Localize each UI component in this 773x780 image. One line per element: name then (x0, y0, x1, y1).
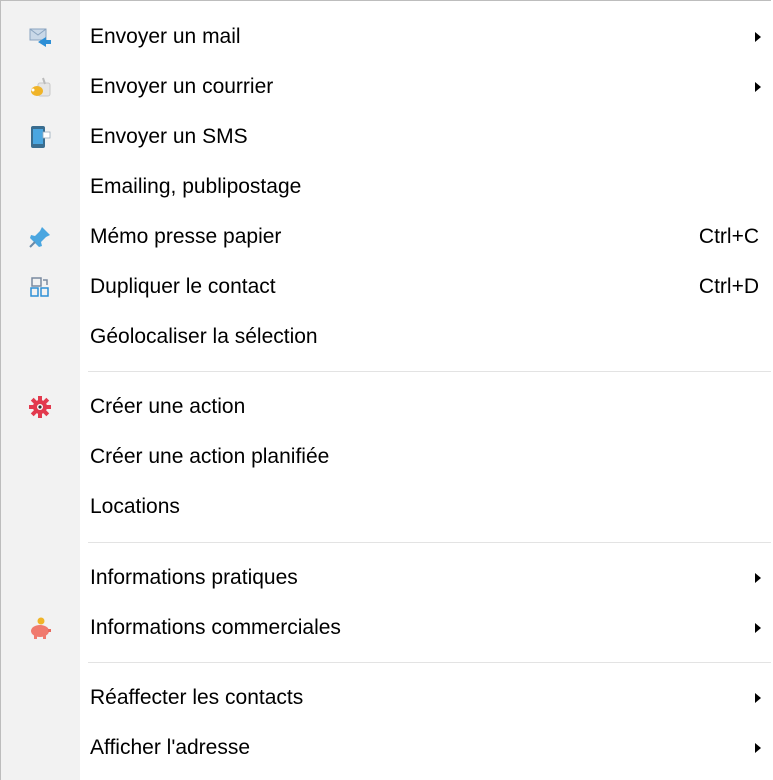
submenu-arrow-icon (755, 82, 761, 92)
menu-item-label: Afficher l'adresse (90, 736, 251, 759)
menu-item-show-address[interactable]: Afficher l'adresse (1, 723, 771, 773)
menu-item-send-sms[interactable]: Envoyer un SMS (1, 112, 771, 162)
submenu-arrow-icon (755, 623, 761, 633)
shortcut-text: Ctrl+C (698, 225, 759, 248)
menu-item-commercial-info[interactable]: Informations commerciales (1, 603, 771, 653)
menu-item-reassign-contacts[interactable]: Réaffecter les contacts (1, 673, 771, 723)
mail-send-icon (28, 25, 52, 49)
menu-item-emailing[interactable]: Emailing, publipostage (1, 162, 771, 212)
menu-item-label: Envoyer un mail (90, 25, 241, 48)
menu-separator (88, 542, 771, 543)
menu-item-label: Envoyer un courrier (90, 75, 274, 98)
menu-separator (88, 662, 771, 663)
menu-item-label: Dupliquer le contact (90, 275, 276, 298)
letter-send-icon (28, 75, 52, 99)
piggy-bank-icon (28, 616, 52, 640)
submenu-arrow-icon (755, 693, 761, 703)
menu-item-send-letter[interactable]: Envoyer un courrier (1, 62, 771, 112)
submenu-arrow-icon (755, 743, 761, 753)
submenu-arrow-icon (755, 32, 761, 42)
duplicate-icon (28, 275, 52, 299)
menu-item-duplicate-contact[interactable]: Dupliquer le contact Ctrl+D (1, 262, 771, 312)
menu-item-label: Mémo presse papier (90, 225, 282, 248)
menu-item-send-mail[interactable]: Envoyer un mail (1, 12, 771, 62)
menu-item-label: Créer une action (90, 395, 246, 418)
menu-item-geolocate-selection[interactable]: Géolocaliser la sélection (1, 312, 771, 362)
menu-item-label: Géolocaliser la sélection (90, 325, 318, 348)
pin-icon (28, 225, 52, 249)
menu-item-create-action[interactable]: Créer une action (1, 382, 771, 432)
shortcut-text: Ctrl+D (698, 275, 759, 298)
menu-separator (88, 371, 771, 372)
gear-icon (28, 395, 52, 419)
menu-item-label: Emailing, publipostage (90, 175, 302, 198)
menu-item-label: Informations commerciales (90, 616, 341, 639)
submenu-arrow-icon (755, 573, 761, 583)
menu-item-create-scheduled-action[interactable]: Créer une action planifiée (1, 432, 771, 482)
phone-sms-icon (28, 125, 52, 149)
menu-item-label: Créer une action planifiée (90, 445, 330, 468)
menu-item-label: Réaffecter les contacts (90, 686, 304, 709)
menu-item-label: Locations (90, 495, 180, 518)
menu-item-locations[interactable]: Locations (1, 482, 771, 532)
context-menu: Envoyer un mail Envoyer un courrier Envo… (0, 0, 771, 780)
menu-item-label: Envoyer un SMS (90, 125, 248, 148)
menu-item-practical-info[interactable]: Informations pratiques (1, 553, 771, 603)
menu-item-label: Informations pratiques (90, 566, 298, 589)
menu-item-clipboard-memo[interactable]: Mémo presse papier Ctrl+C (1, 212, 771, 262)
